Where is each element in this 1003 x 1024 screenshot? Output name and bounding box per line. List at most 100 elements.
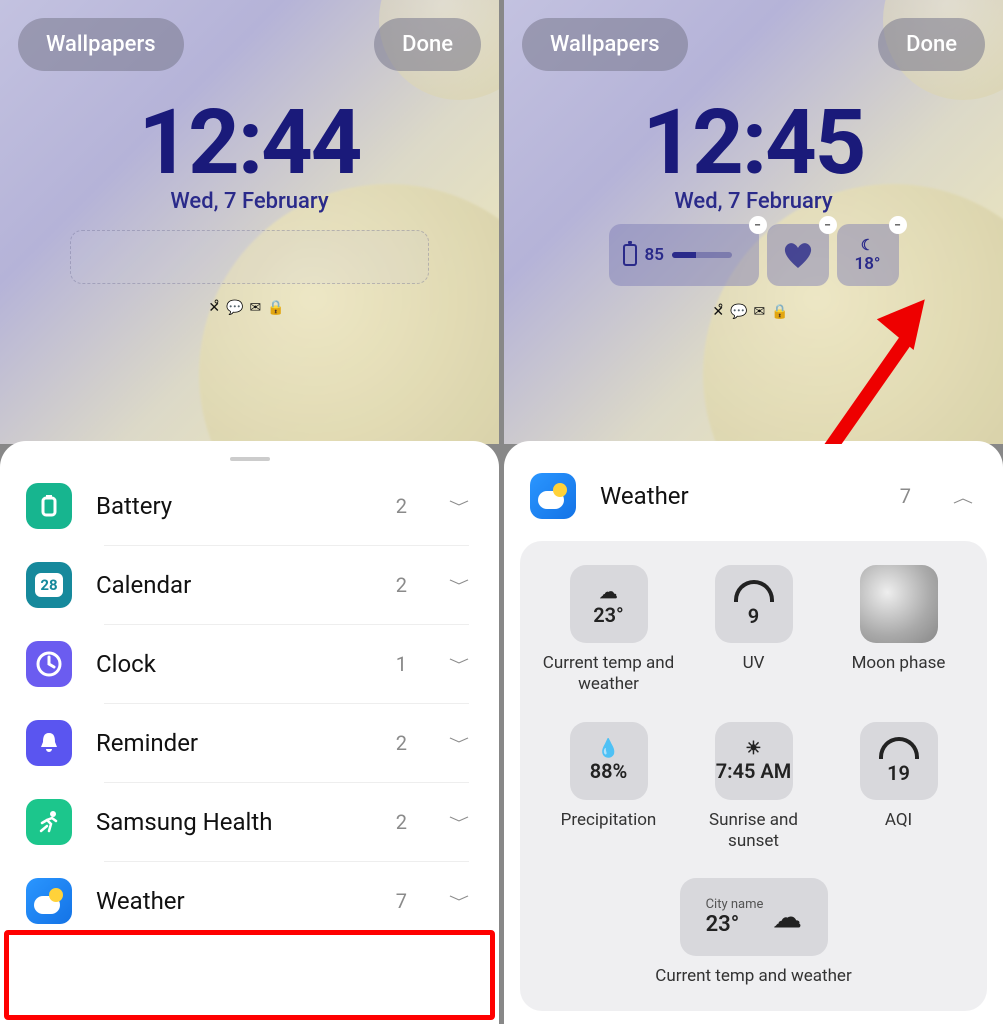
- chevron-down-icon: ﹀: [449, 891, 469, 911]
- widget-option-sunrise[interactable]: ☀7:45 AM Sunrise and sunset: [684, 722, 824, 853]
- category-label: Calendar: [96, 571, 372, 599]
- category-label: Clock: [96, 650, 372, 678]
- category-count: 1: [396, 652, 407, 676]
- clock-time[interactable]: 12:45: [504, 90, 1003, 195]
- calendar-app-icon: 28: [26, 562, 72, 608]
- category-label: Reminder: [96, 729, 372, 757]
- tile-icon: 💧: [597, 738, 619, 759]
- category-count: 2: [396, 731, 407, 755]
- clock-date[interactable]: Wed, 7 February: [0, 189, 499, 214]
- section-count: 7: [900, 484, 911, 508]
- widget-option-label: Precipitation: [561, 810, 657, 831]
- widget-category-battery[interactable]: Battery 2 ﹀: [0, 467, 499, 545]
- chevron-down-icon: ﹀: [449, 654, 469, 674]
- battery-widget[interactable]: 85 −: [609, 224, 759, 286]
- notification-icons-row[interactable]: ✕̊💬✉🔒: [0, 300, 499, 316]
- category-count: 7: [396, 889, 407, 913]
- widget-option-label: Sunrise and sunset: [684, 810, 824, 853]
- gauge-icon: [734, 580, 774, 602]
- widget-picker-panel[interactable]: Battery2﹀28Calendar2﹀Clock1﹀Reminder2﹀Sa…: [0, 441, 499, 1024]
- battery-bar: [672, 252, 732, 258]
- battery-app-icon: [36, 493, 62, 519]
- moon-icon: ☾: [861, 236, 874, 254]
- widget-option-label: Current temp and weather: [539, 653, 679, 696]
- lock-icon: 🔒: [771, 304, 794, 320]
- widget-category-health[interactable]: Samsung Health 2 ﹀: [0, 783, 499, 861]
- battery-app-icon: [26, 483, 72, 529]
- lockscreen-preview: Wallpapers Done 12:45 Wed, 7 February 85…: [504, 0, 1003, 444]
- temp-value: 18°: [855, 254, 881, 274]
- gauge-icon: [879, 737, 919, 759]
- remove-widget-button[interactable]: −: [749, 216, 767, 234]
- category-count: 2: [396, 810, 407, 834]
- tile-value: 23°: [593, 603, 624, 627]
- health-widget[interactable]: −: [767, 224, 829, 286]
- widget-option-uv[interactable]: 9UV: [684, 565, 824, 696]
- annotation-highlight: [4, 930, 495, 1020]
- battery-icon: [623, 244, 637, 266]
- tile-value: 19: [887, 761, 910, 785]
- widget-option-precip[interactable]: 💧88% Precipitation: [539, 722, 679, 853]
- chat-icon: 💬: [226, 300, 249, 316]
- tile-icon: ☀: [745, 738, 761, 759]
- widget-option-curtemp[interactable]: ☁23° Current temp and weather: [539, 565, 679, 696]
- clock-time[interactable]: 12:44: [0, 90, 499, 195]
- mail-icon: ✉: [754, 304, 772, 320]
- health-app-icon: [26, 799, 72, 845]
- screenshot-left: Wallpapers Done 12:44 Wed, 7 February ✕̊…: [0, 0, 499, 1024]
- category-count: 2: [396, 494, 407, 518]
- missed-call-icon: ✕̊: [712, 304, 730, 320]
- clock-app-icon: [26, 641, 72, 687]
- weather-app-icon: [26, 878, 72, 924]
- chevron-down-icon: ﹀: [449, 812, 469, 832]
- chevron-down-icon: ﹀: [449, 496, 469, 516]
- city-temp-tile: City name23°☁: [680, 878, 828, 956]
- widget-tile: 19: [860, 722, 938, 800]
- wallpapers-button[interactable]: Wallpapers: [18, 18, 184, 71]
- heart-icon: [781, 240, 815, 270]
- category-label: Samsung Health: [96, 808, 372, 836]
- chevron-down-icon: ﹀: [449, 575, 469, 595]
- done-button[interactable]: Done: [374, 18, 481, 71]
- wallpapers-button[interactable]: Wallpapers: [522, 18, 688, 71]
- reminder-app-icon: [26, 720, 72, 766]
- widget-tile: ☀7:45 AM: [715, 722, 793, 800]
- weather-app-icon: [530, 473, 576, 519]
- widget-tile: ☁23°: [570, 565, 648, 643]
- widget-tile: 9: [715, 565, 793, 643]
- widget-tile: 💧88%: [570, 722, 648, 800]
- widget-category-clock[interactable]: Clock 1 ﹀: [0, 625, 499, 703]
- lockscreen-preview: Wallpapers Done 12:44 Wed, 7 February ✕̊…: [0, 0, 499, 444]
- remove-widget-button[interactable]: −: [889, 216, 907, 234]
- clock-icon: [35, 650, 63, 678]
- tile-value: 7:45 AM: [716, 759, 792, 783]
- lock-icon: 🔒: [267, 300, 290, 316]
- widget-option-moon[interactable]: Moon phase: [829, 565, 969, 696]
- weather-section-header[interactable]: Weather 7 ︿: [504, 455, 1003, 541]
- widget-picker-panel[interactable]: Weather 7 ︿ ☁23° Current temp and weather…: [504, 441, 1003, 1024]
- widget-category-weather[interactable]: Weather 7 ﹀: [0, 862, 499, 940]
- widget-category-reminder[interactable]: Reminder2﹀: [0, 704, 499, 782]
- notification-icons-row[interactable]: ✕̊💬✉🔒: [504, 304, 1003, 320]
- drag-handle[interactable]: [230, 457, 270, 461]
- annotation-arrow: [704, 320, 924, 444]
- weather-temp-widget[interactable]: ☾ 18° −: [837, 224, 899, 286]
- chat-icon: 💬: [730, 304, 753, 320]
- category-label: Weather: [96, 887, 372, 915]
- widget-category-calendar[interactable]: 28Calendar2﹀: [0, 546, 499, 624]
- tile-value: 9: [748, 604, 759, 628]
- widget-option-label: AQI: [885, 810, 912, 831]
- widget-option-citytemp[interactable]: City name23°☁ Current temp and weather: [536, 878, 971, 987]
- widget-option-label: Current temp and weather: [655, 966, 851, 987]
- moon-phase-tile: [860, 565, 938, 643]
- remove-widget-button[interactable]: −: [819, 216, 837, 234]
- weather-widgets-grid: ☁23°Current temp and weather9UVMoon phas…: [520, 541, 987, 1011]
- widget-option-aqi[interactable]: 19 AQI: [829, 722, 969, 853]
- bell-icon: [36, 730, 62, 756]
- done-button[interactable]: Done: [878, 18, 985, 71]
- widget-slot[interactable]: 85 − − ☾ 18° −: [566, 224, 941, 286]
- clock-date[interactable]: Wed, 7 February: [504, 189, 1003, 214]
- widget-slot-empty[interactable]: [70, 230, 429, 284]
- widget-option-label: Moon phase: [852, 653, 946, 674]
- category-label: Battery: [96, 492, 372, 520]
